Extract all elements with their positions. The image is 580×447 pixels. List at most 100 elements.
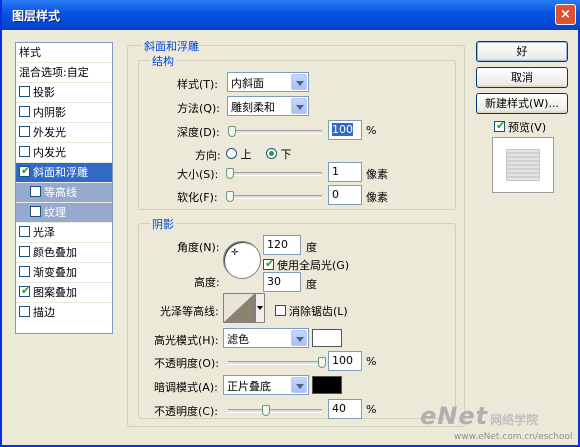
check-icon: ✔ [496,119,506,132]
list-item-texture[interactable]: 纹理 [16,203,112,223]
highlight-opacity-unit: % [366,355,377,368]
style-label: 样式(T): [177,78,219,91]
list-item-stroke[interactable]: 描边 [16,303,112,323]
enet-watermark-logo: eNet 网络学院 [420,402,539,430]
shadow-mode-select[interactable]: 正片叠底 [223,375,309,395]
soften-unit: 像素 [366,191,388,204]
angle-unit: 度 [306,241,317,254]
shadow-opacity-input[interactable]: 40 [328,399,362,419]
checkbox[interactable]: ✔ [19,164,31,177]
checkbox[interactable] [19,126,30,137]
checkbox[interactable] [19,106,30,117]
radio-icon[interactable] [226,148,237,159]
list-item-outer-glow[interactable]: 外发光 [16,123,112,143]
checkbox[interactable] [275,305,286,316]
gloss-contour-dropdown[interactable] [255,293,265,323]
direction-up-radio[interactable]: 上 [226,146,252,162]
slider-thumb[interactable] [226,191,234,202]
highlight-opacity-label: 不透明度(O): [154,357,219,370]
soften-input[interactable]: 0 [328,185,362,205]
depth-slider[interactable] [227,126,322,137]
anti-alias-checkbox[interactable]: 消除锯齿(L) [275,303,348,319]
checkbox[interactable] [30,206,41,217]
list-item-contour[interactable]: 等高线 [16,183,112,203]
list-item-pattern-overlay[interactable]: ✔ 图案叠加 [16,283,112,303]
preview-checkbox[interactable]: ✔ 预览(V) [494,119,546,135]
checkbox[interactable] [19,246,30,257]
size-input[interactable]: 1 [328,162,362,182]
soften-label: 软化(F): [177,191,218,204]
angle-dial[interactable]: ✛ [223,241,261,279]
checkbox[interactable] [19,266,30,277]
shadow-mode-label: 暗调模式(A): [154,381,218,394]
new-style-button[interactable]: 新建样式(W)... [476,93,568,114]
checkbox[interactable] [19,306,30,317]
highlight-mode-select[interactable]: 滤色 [223,328,309,348]
slider-thumb[interactable] [226,168,234,179]
list-item-color-overlay[interactable]: 颜色叠加 [16,243,112,263]
cancel-button[interactable]: 取消 [476,67,568,88]
slider-thumb[interactable] [318,357,326,368]
list-item-blending-options[interactable]: 混合选项:自定 [16,63,112,83]
altitude-label: 高度: [194,276,220,289]
direction-label: 方向: [195,149,221,162]
shadow-color-swatch[interactable] [312,376,342,394]
size-unit: 像素 [366,168,388,181]
highlight-opacity-input[interactable]: 100 [328,351,362,371]
highlight-opacity-slider[interactable] [228,357,326,368]
slider-thumb[interactable] [227,126,236,137]
checkbox[interactable]: ✔ [19,284,31,297]
window-title: 图层样式 [12,9,61,23]
list-item-gradient-overlay[interactable]: 渐变叠加 [16,263,112,283]
chevron-down-icon[interactable] [291,330,307,346]
check-icon: ✔ [265,257,275,270]
angle-input[interactable]: 120 [263,235,301,255]
direction-down-radio[interactable]: 下 [266,146,292,162]
shadow-opacity-slider[interactable] [228,405,322,416]
list-item-satin[interactable]: 光泽 [16,223,112,243]
chevron-down-icon[interactable] [291,377,307,393]
angle-label: 角度(N): [177,241,220,254]
checkbox[interactable] [30,186,41,197]
close-button[interactable]: × [555,4,576,25]
title-bar[interactable]: 图层样式 × [2,0,580,30]
technique-label: 方法(Q): [177,102,220,115]
checkbox[interactable] [19,226,30,237]
chevron-down-icon[interactable] [291,98,307,114]
radio-icon[interactable] [266,148,277,159]
list-item-drop-shadow[interactable]: 投影 [16,83,112,103]
slider-thumb[interactable] [261,405,270,416]
depth-input[interactable]: 100 [328,120,362,140]
style-select[interactable]: 内斜面 [227,72,309,92]
chevron-down-icon [257,306,263,310]
checkbox[interactable]: ✔ [263,257,275,270]
check-icon: ✔ [21,284,31,297]
check-icon: ✔ [21,164,31,177]
contour-curve-icon [224,294,254,322]
structure-title: 结构 [150,53,176,69]
gloss-contour-label: 光泽等高线: [160,305,219,318]
preview-swatch [506,149,540,181]
ok-button[interactable]: 好 [476,41,568,62]
depth-label: 深度(D): [177,126,220,139]
checkbox[interactable] [19,146,30,157]
layer-style-dialog: 图层样式 × 样式 混合选项:自定 投影 内阴影 外发光 内发光 ✔ 斜面和浮雕 … [0,0,580,447]
list-item-inner-shadow[interactable]: 内阴影 [16,103,112,123]
highlight-mode-label: 高光模式(H): [154,334,219,347]
list-item-bevel-emboss[interactable]: ✔ 斜面和浮雕 [16,163,112,183]
highlight-color-swatch[interactable] [312,329,342,347]
size-slider[interactable] [226,168,322,179]
altitude-input[interactable]: 30 [263,272,301,292]
checkbox[interactable] [19,86,30,97]
enet-watermark-url: www.eNet.com.cn/eschool [454,432,573,442]
technique-select[interactable]: 雕刻柔和 [227,96,309,116]
soften-slider[interactable] [226,191,322,202]
chevron-down-icon[interactable] [291,74,307,90]
gloss-contour-preview[interactable] [223,293,255,323]
size-label: 大小(S): [177,168,219,181]
global-light-checkbox[interactable]: ✔ 使用全局光(G) [263,257,349,273]
list-item-inner-glow[interactable]: 内发光 [16,143,112,163]
list-item-styles[interactable]: 样式 [16,43,112,63]
bevel-emboss-title: 斜面和浮雕 [142,38,201,54]
checkbox[interactable]: ✔ [494,119,506,132]
